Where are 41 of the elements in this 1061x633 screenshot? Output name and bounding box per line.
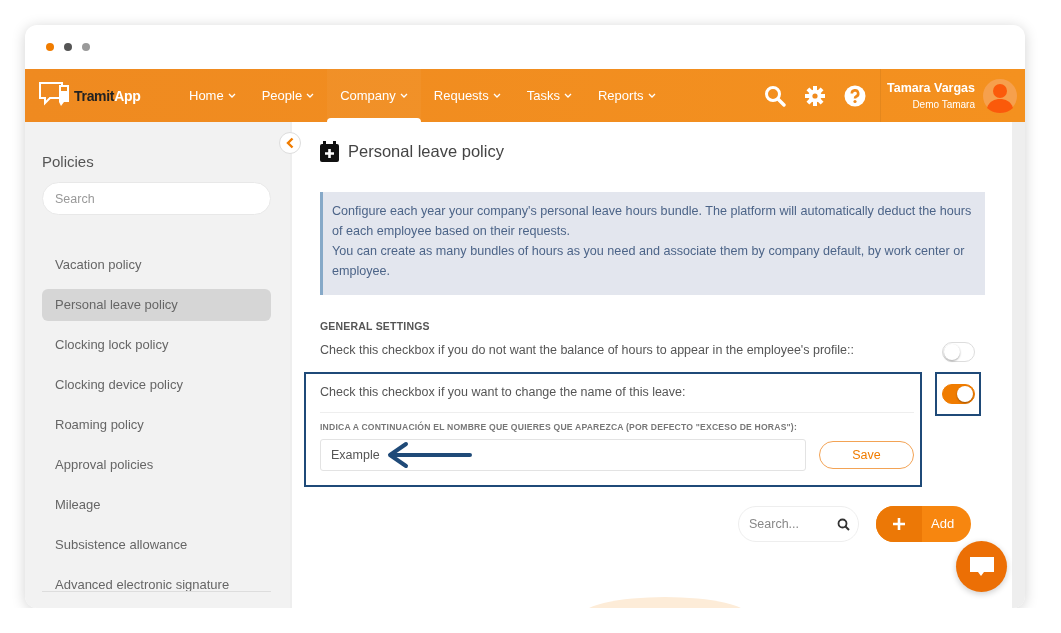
setting-label: Check this checkbox if you want to change the name of this leave: bbox=[320, 385, 914, 413]
caret-icon bbox=[563, 92, 572, 99]
sidebar-title: Policies bbox=[42, 153, 95, 170]
caret-icon bbox=[399, 92, 408, 99]
user-name: Tamara Vargas bbox=[886, 81, 975, 95]
page-title: Personal leave policy bbox=[348, 141, 504, 161]
sidebar-item[interactable]: Approval policies bbox=[42, 449, 271, 481]
settings-icon[interactable] bbox=[803, 84, 826, 107]
search-field[interactable]: Search bbox=[42, 182, 271, 215]
section-title: GENERAL SETTINGS bbox=[320, 320, 431, 332]
sidebar-item[interactable]: Subsistence allowance bbox=[42, 529, 271, 561]
sidebar-item[interactable]: Personal leave policy bbox=[42, 289, 271, 321]
search-icon[interactable] bbox=[763, 84, 786, 107]
info-text: Configure each year your company's personal leave hours bundle. The platform will automatically deduct the hours of each employee based on their requests. bbox=[332, 203, 973, 240]
caret-icon bbox=[647, 92, 656, 99]
chevron-left-icon bbox=[286, 137, 294, 149]
plus-icon bbox=[892, 517, 906, 531]
sidebar-item[interactable]: Mileage bbox=[42, 489, 271, 521]
field-label: INDICA A CONTINUACIÓN EL NOMBRE QUE QUIERES QUE APAREZCA (POR DEFECTO "EXCESO DE HORAS"): bbox=[320, 422, 798, 432]
caret-icon bbox=[492, 92, 501, 99]
search-icon bbox=[837, 518, 850, 531]
window-control[interactable] bbox=[64, 43, 72, 51]
company-name: Demo Tamara bbox=[911, 99, 975, 110]
setting-label: Check this checkbox if you do not want the balance of hours to appear in the employee's profile:: bbox=[320, 343, 855, 359]
sidebar-item[interactable]: Clocking device policy bbox=[42, 369, 271, 401]
save-button[interactable]: Save bbox=[819, 441, 914, 469]
sidebar-item[interactable]: Vacation policy bbox=[42, 249, 271, 281]
sidebar-item[interactable]: Roaming policy bbox=[42, 409, 271, 441]
chat-button[interactable] bbox=[956, 541, 1007, 592]
avatar-icon[interactable] bbox=[983, 78, 1017, 113]
sidebar-item[interactable]: Advanced electronic signature bbox=[42, 569, 271, 601]
info-text: You can create as many bundles of hours as you need and associate them by company default, by work center or employee. bbox=[332, 243, 966, 280]
caret-icon bbox=[306, 92, 315, 99]
logo-text: TramitApp bbox=[74, 87, 141, 104]
help-icon[interactable] bbox=[843, 84, 866, 107]
toggle-switch[interactable] bbox=[941, 384, 975, 404]
search-field[interactable]: Search... bbox=[738, 506, 859, 542]
sidebar-item[interactable]: Clocking lock policy bbox=[42, 329, 271, 361]
calendar-add-icon bbox=[320, 140, 339, 162]
name-input-field[interactable]: Example bbox=[320, 439, 806, 471]
caret-icon bbox=[227, 92, 236, 99]
